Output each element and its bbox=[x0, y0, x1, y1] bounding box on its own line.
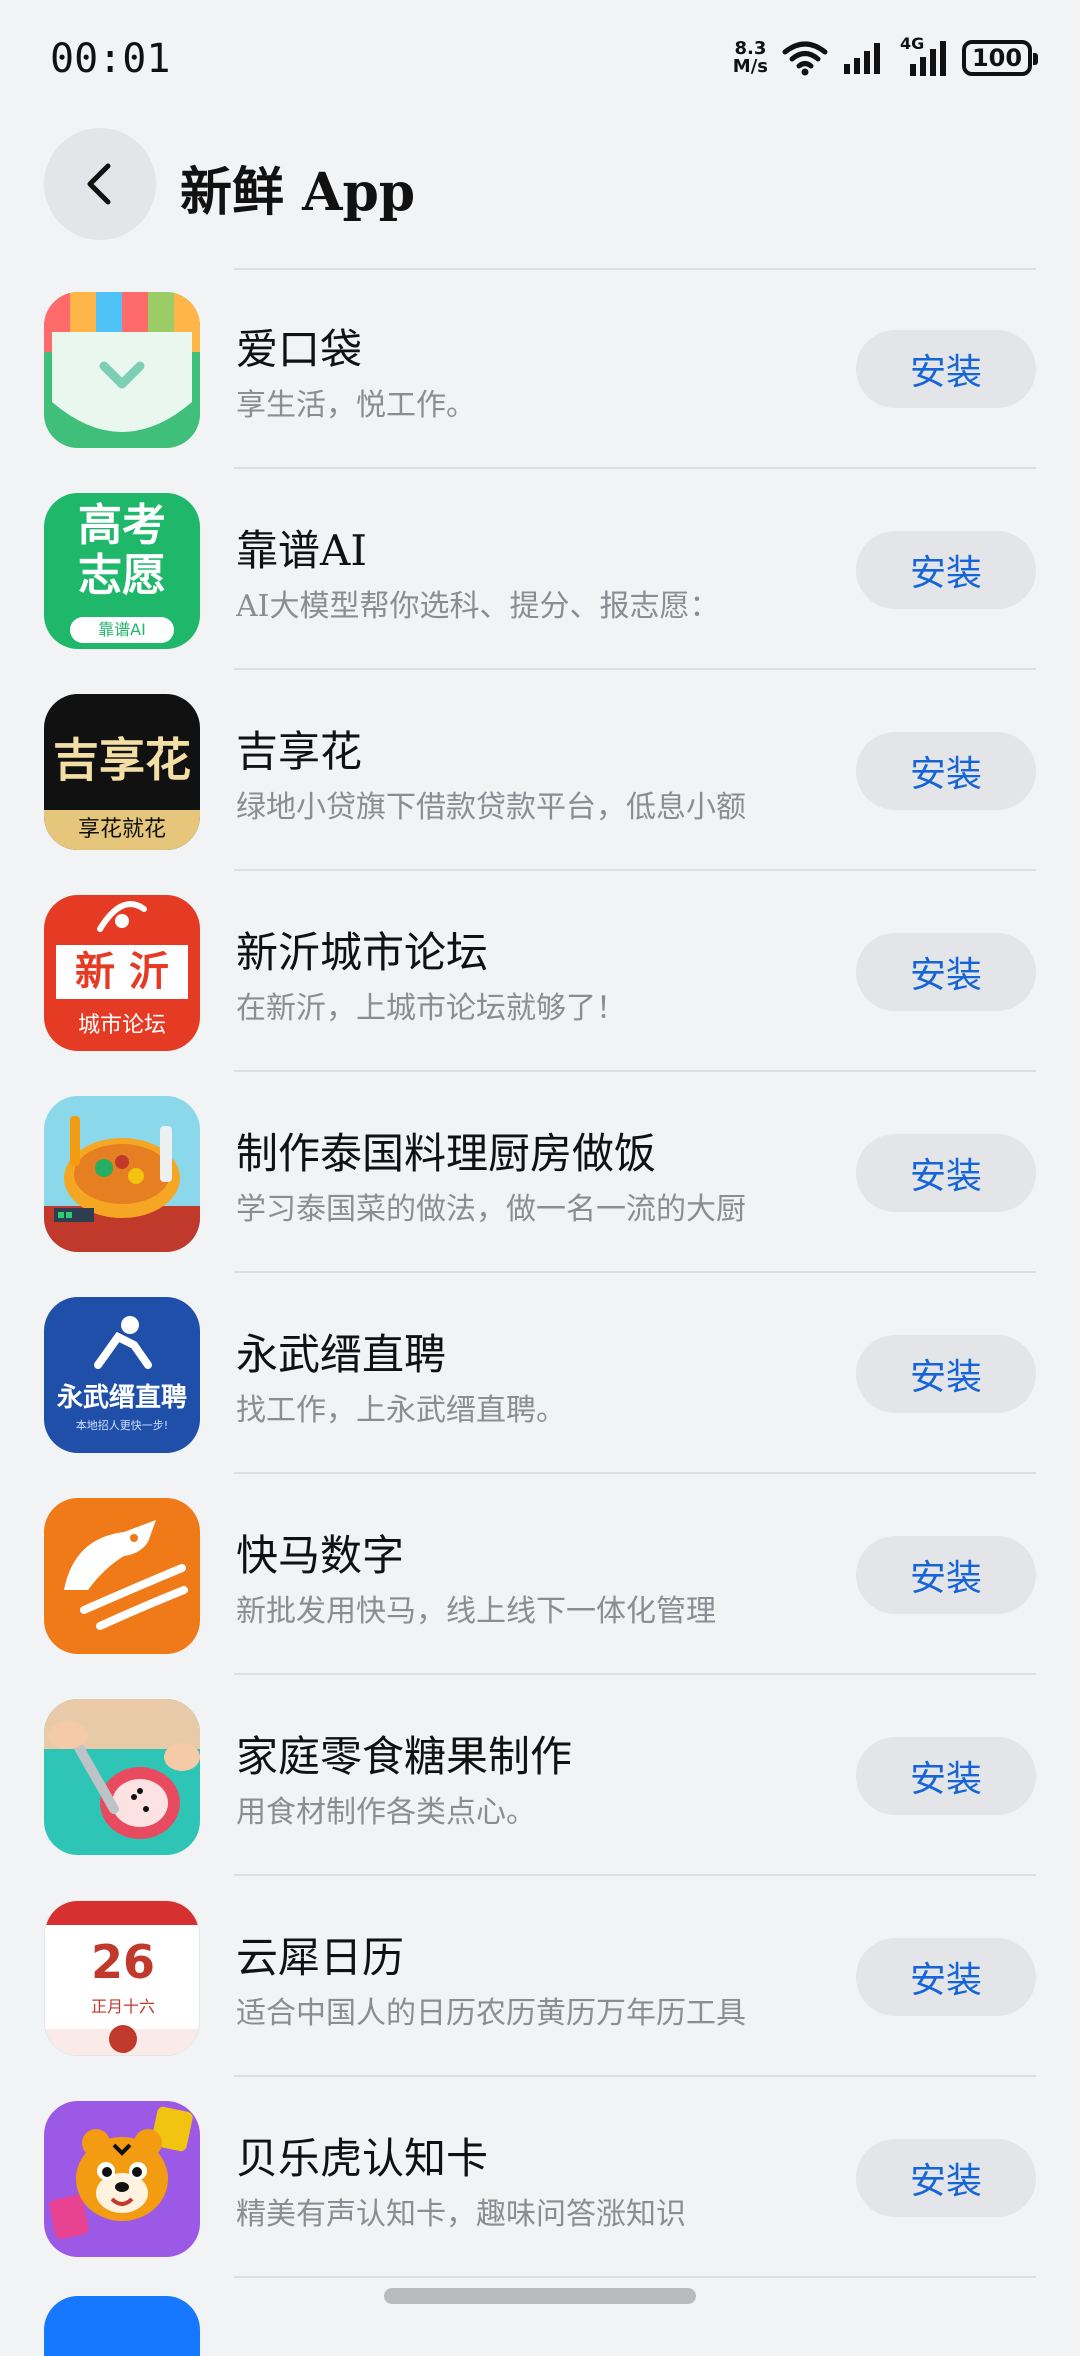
network-speed: 8.3 M/s bbox=[733, 40, 768, 76]
app-list: 爱口袋 享生活，悦工作。 安装 高考 志愿 靠谱AI 靠谱AI AI大模型帮你选… bbox=[0, 268, 1080, 2278]
zhipin-icon[interactable]: 永武缙直聘 本地招人更快一步! bbox=[44, 1297, 200, 1453]
app-name: 新沂城市论坛 bbox=[236, 928, 489, 977]
status-time: 00:01 bbox=[50, 36, 171, 82]
install-button[interactable]: 安装 bbox=[856, 2139, 1036, 2217]
app-description: 精美有声认知卡，趣味问答涨知识 bbox=[236, 2197, 686, 2232]
chevron-left-icon bbox=[87, 163, 111, 205]
calendar-icon[interactable]: 26 正月十六 bbox=[44, 1900, 200, 2056]
battery-level: 100 bbox=[971, 44, 1023, 72]
app-name: 贝乐虎认知卡 bbox=[236, 2134, 489, 2183]
wifi-icon bbox=[782, 41, 828, 76]
app-name: 快马数字 bbox=[236, 1531, 405, 1580]
icon-sublabel: 享花就花 bbox=[44, 810, 200, 850]
app-description: 绿地小贷旗下借款贷款平台，低息小额 bbox=[236, 790, 746, 825]
horse-icon[interactable] bbox=[44, 1498, 200, 1654]
app-name: 永武缙直聘 bbox=[236, 1330, 447, 1379]
back-button[interactable] bbox=[44, 128, 156, 240]
home-indicator[interactable] bbox=[384, 2288, 696, 2304]
tiger-icon[interactable] bbox=[44, 2101, 200, 2257]
thai-kitchen-icon[interactable] bbox=[44, 1096, 200, 1252]
icon-label: 新 沂 bbox=[56, 945, 188, 999]
app-description: 适合中国人的日历农历黄历万年历工具 bbox=[236, 1996, 746, 2031]
icon-sublabel: 靠谱AI bbox=[70, 617, 174, 643]
install-button[interactable]: 安装 bbox=[856, 1134, 1036, 1212]
signal-4g-icon: 4G bbox=[900, 34, 948, 78]
icon-label: 志愿 bbox=[78, 550, 166, 601]
list-item[interactable]: 制作泰国料理厨房做饭 学习泰国菜的做法，做一名一流的大厨 安装 bbox=[0, 1072, 1080, 1273]
icon-label: 高考 bbox=[78, 500, 166, 551]
xinyi-forum-icon[interactable]: 新 沂 城市论坛 bbox=[44, 895, 200, 1051]
list-item[interactable]: 快马数字 新批发用快马，线上线下一体化管理 安装 bbox=[0, 1474, 1080, 1675]
list-item[interactable]: 家庭零食糖果制作 用食材制作各类点心。 安装 bbox=[0, 1675, 1080, 1876]
divider bbox=[234, 2276, 1036, 2278]
install-button[interactable]: 安装 bbox=[856, 1335, 1036, 1413]
list-item[interactable]: 高考 志愿 靠谱AI 靠谱AI AI大模型帮你选科、提分、报志愿： 安装 bbox=[0, 469, 1080, 670]
app-description: 用食材制作各类点心。 bbox=[236, 1795, 536, 1830]
install-button[interactable]: 安装 bbox=[856, 1536, 1036, 1614]
gaokao-icon[interactable]: 高考 志愿 靠谱AI bbox=[44, 493, 200, 649]
list-item[interactable]: 吉享花 享花就花 吉享花 绿地小贷旗下借款贷款平台，低息小额 安装 bbox=[0, 670, 1080, 871]
app-name: 吉享花 bbox=[236, 727, 363, 776]
page-title: 新鲜 App bbox=[180, 162, 416, 223]
network-speed-unit: M/s bbox=[732, 56, 768, 77]
list-item[interactable]: 永武缙直聘 本地招人更快一步! 永武缙直聘 找工作，上永武缙直聘。 安装 bbox=[0, 1273, 1080, 1474]
status-icons: 8.3 M/s 4G 100 bbox=[733, 34, 1038, 80]
list-item[interactable]: 爱口袋 享生活，悦工作。 安装 bbox=[0, 268, 1080, 469]
app-name: 家庭零食糖果制作 bbox=[236, 1732, 573, 1781]
app-name: 靠谱AI bbox=[236, 526, 367, 575]
icon-sublabel: 本地招人更快一步! bbox=[75, 1419, 169, 1432]
install-button[interactable]: 安装 bbox=[856, 1938, 1036, 2016]
app-description: 学习泰国菜的做法，做一名一流的大厨 bbox=[236, 1192, 746, 1227]
pocket-icon[interactable] bbox=[44, 292, 200, 448]
install-button[interactable]: 安装 bbox=[856, 1737, 1036, 1815]
signal-icon bbox=[844, 43, 880, 74]
icon-sublabel: 正月十六 bbox=[90, 1997, 155, 2016]
install-button[interactable]: 安装 bbox=[856, 531, 1036, 609]
list-item[interactable]: 26 正月十六 云犀日历 适合中国人的日历农历黄历万年历工具 安装 bbox=[0, 1876, 1080, 2077]
page-header: 新鲜 App bbox=[0, 128, 1080, 240]
app-name: 云犀日历 bbox=[236, 1933, 405, 1982]
candy-making-icon[interactable] bbox=[44, 1699, 200, 1855]
battery-icon: 100 bbox=[962, 40, 1038, 76]
jixianghua-icon[interactable]: 吉享花 享花就花 bbox=[44, 694, 200, 850]
icon-label: 吉享花 bbox=[53, 733, 191, 787]
app-name: 制作泰国料理厨房做饭 bbox=[236, 1129, 657, 1178]
status-bar: 00:01 8.3 M/s 4G 100 bbox=[0, 0, 1080, 120]
app-description: AI大模型帮你选科、提分、报志愿： bbox=[236, 589, 720, 624]
install-button[interactable]: 安装 bbox=[856, 933, 1036, 1011]
install-button[interactable]: 安装 bbox=[856, 732, 1036, 810]
app-icon-partial[interactable] bbox=[44, 2296, 200, 2356]
install-button[interactable]: 安装 bbox=[856, 330, 1036, 408]
icon-label: 26 bbox=[90, 1935, 155, 1989]
icon-label: 永武缙直聘 bbox=[56, 1383, 187, 1413]
app-description: 找工作，上永武缙直聘。 bbox=[236, 1393, 566, 1428]
app-description: 新批发用快马，线上线下一体化管理 bbox=[236, 1594, 716, 1629]
app-description: 在新沂，上城市论坛就够了！ bbox=[236, 991, 626, 1026]
list-item[interactable]: 贝乐虎认知卡 精美有声认知卡，趣味问答涨知识 安装 bbox=[0, 2077, 1080, 2278]
app-name: 爱口袋 bbox=[236, 325, 363, 374]
app-description: 享生活，悦工作。 bbox=[236, 388, 476, 423]
icon-sublabel: 城市论坛 bbox=[77, 1013, 166, 1038]
list-item[interactable]: 新 沂 城市论坛 新沂城市论坛 在新沂，上城市论坛就够了！ 安装 bbox=[0, 871, 1080, 1072]
